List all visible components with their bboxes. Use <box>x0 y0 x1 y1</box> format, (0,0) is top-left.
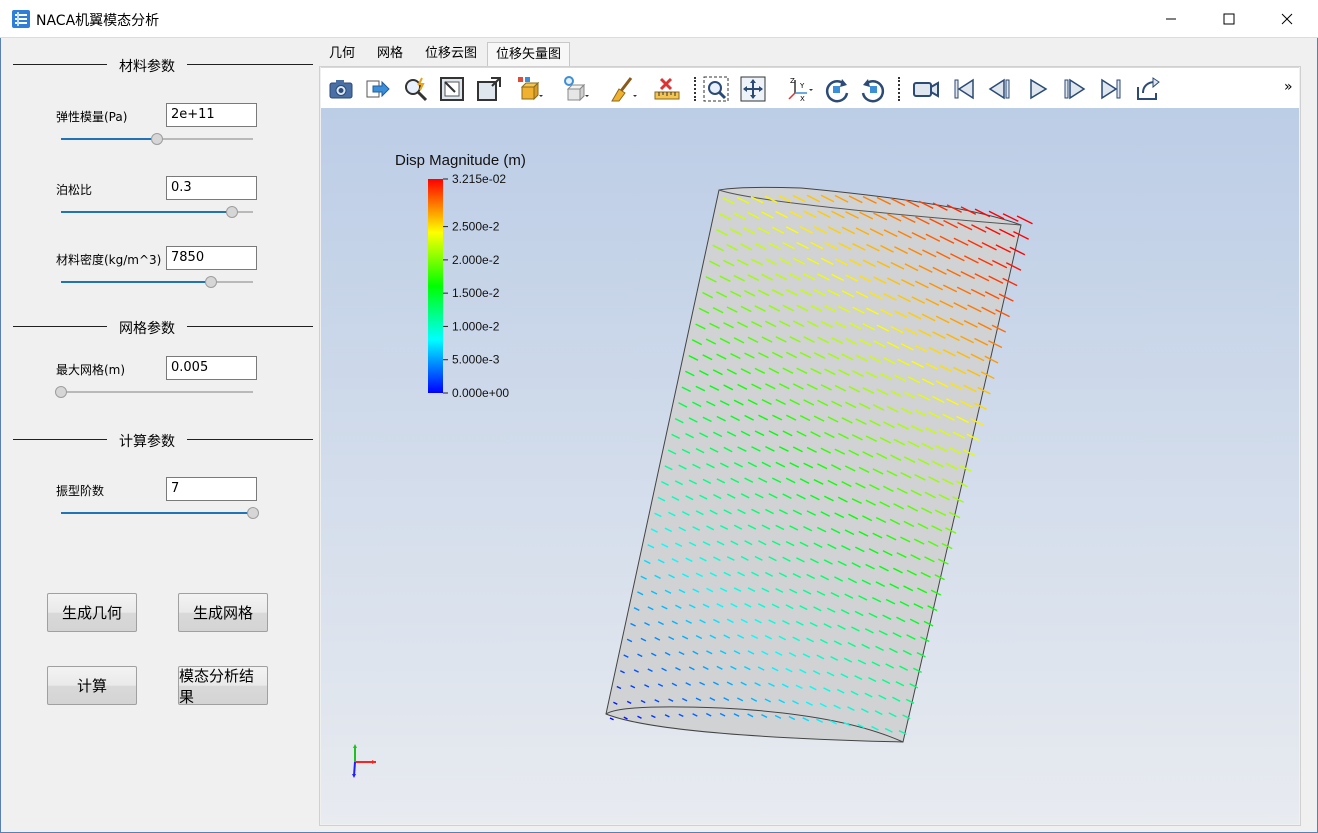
reset-view-icon[interactable] <box>437 74 467 104</box>
color-bar <box>428 179 443 393</box>
next-frame-icon[interactable] <box>1059 74 1089 104</box>
play-icon[interactable] <box>1023 74 1053 104</box>
camera-icon[interactable] <box>326 74 356 104</box>
divider <box>187 64 313 65</box>
maximize-button[interactable] <box>1206 0 1252 38</box>
minimize-icon <box>1166 18 1176 20</box>
video-icon[interactable] <box>911 74 941 104</box>
youngs-modulus-input[interactable]: 2e+11 <box>166 103 257 127</box>
orientation-axes <box>352 744 376 778</box>
rotate-ccw-icon[interactable] <box>858 74 888 104</box>
display-mode-icon[interactable] <box>515 74 545 104</box>
z-axis <box>353 761 356 777</box>
vector-glyph <box>609 717 614 721</box>
slider-handle[interactable] <box>55 386 67 398</box>
divider <box>13 439 107 440</box>
group-title: 计算参数 <box>119 434 175 450</box>
divider <box>13 64 107 65</box>
slider-handle[interactable] <box>204 276 217 288</box>
parameter-panel: 材料参数 弹性模量(Pa) 2e+11 泊松比 0.3 材料密度(kg/m^3)… <box>1 39 319 832</box>
export-icon[interactable] <box>363 74 393 104</box>
title-bar: NACA机翼模态分析 <box>0 0 1318 38</box>
first-frame-icon[interactable] <box>949 74 979 104</box>
representation-icon[interactable] <box>561 74 591 104</box>
divider <box>13 326 107 327</box>
vector-glyph <box>1016 215 1033 225</box>
minimize-button[interactable] <box>1148 0 1194 38</box>
slider-handle[interactable] <box>247 507 259 519</box>
tab-displacement-vector[interactable]: 位移矢量图 <box>487 42 570 67</box>
legend-title: Disp Magnitude (m) <box>395 152 526 169</box>
legend-label: 1.000e-2 <box>452 319 500 333</box>
toolbar-separator <box>694 77 696 101</box>
toolbar-separator <box>898 77 900 101</box>
zoom-box-icon[interactable] <box>701 74 731 104</box>
density-input[interactable]: 7850 <box>166 246 257 270</box>
render-toolbar: ZYX » <box>321 67 1299 108</box>
loop-icon[interactable] <box>1133 74 1163 104</box>
svg-text:Z: Z <box>790 77 795 85</box>
svg-text:Y: Y <box>799 82 805 90</box>
render-viewport[interactable]: Disp Magnitude (m) 3.215e-02 2.500e-2 2.00… <box>321 108 1299 824</box>
maximize-icon <box>1223 13 1235 25</box>
rotate-cw-icon[interactable] <box>822 74 852 104</box>
poisson-ratio-slider[interactable] <box>61 206 253 218</box>
legend-label: 2.000e-2 <box>452 253 500 267</box>
group-title: 材料参数 <box>119 59 175 75</box>
svg-text:X: X <box>800 95 805 103</box>
legend-label: 2.500e-2 <box>452 220 500 234</box>
legend-label: 1.500e-2 <box>452 286 500 300</box>
poisson-ratio-label: 泊松比 <box>56 183 93 197</box>
toolbar-overflow-button[interactable]: » <box>1284 79 1293 95</box>
poisson-ratio-input[interactable]: 0.3 <box>166 176 257 200</box>
legend-label: 5.000e-3 <box>452 353 500 367</box>
mode-count-label: 振型阶数 <box>56 484 105 498</box>
prev-frame-icon[interactable] <box>985 74 1015 104</box>
close-icon <box>1281 13 1293 25</box>
group-mesh: 网格参数 <box>13 319 313 337</box>
generate-mesh-button[interactable]: 生成网格 <box>178 593 268 632</box>
divider <box>187 439 313 440</box>
legend-label: 3.215e-02 <box>452 172 506 186</box>
ruler-icon[interactable] <box>652 74 682 104</box>
slider-handle[interactable] <box>225 206 238 218</box>
modal-results-button[interactable]: 模态分析结果 <box>178 666 268 706</box>
generate-geometry-button[interactable]: 生成几何 <box>47 593 137 632</box>
tab-displacement-contour[interactable]: 位移云图 <box>416 42 486 67</box>
youngs-modulus-slider[interactable] <box>61 133 253 145</box>
close-button[interactable] <box>1264 0 1310 38</box>
divider <box>187 326 313 327</box>
max-mesh-label: 最大网格(m) <box>56 363 126 377</box>
max-mesh-slider[interactable] <box>55 386 253 398</box>
compute-button[interactable]: 计算 <box>47 666 137 705</box>
density-slider[interactable] <box>61 276 253 288</box>
center-icon[interactable] <box>738 74 768 104</box>
legend-label: 0.000e+00 <box>452 386 509 400</box>
tab-geometry[interactable]: 几何 <box>320 42 364 67</box>
group-title: 网格参数 <box>119 321 175 337</box>
slider-handle[interactable] <box>151 133 163 145</box>
window-title: NACA机翼模态分析 <box>36 13 160 29</box>
density-label: 材料密度(kg/m^3) <box>56 253 162 267</box>
color-legend: Disp Magnitude (m) 3.215e-02 2.500e-2 2.00… <box>395 152 526 400</box>
wing-model <box>605 186 1033 743</box>
clear-icon[interactable] <box>608 74 638 104</box>
last-frame-icon[interactable] <box>1096 74 1126 104</box>
zoom-icon[interactable] <box>401 74 431 104</box>
tab-mesh[interactable]: 网格 <box>366 42 414 67</box>
legend-ticks: 3.215e-02 2.500e-2 2.000e-2 1.500e-2 1.000e-… <box>443 172 509 400</box>
axes-icon[interactable]: ZYX <box>784 74 814 104</box>
vector-plot: Disp Magnitude (m) 3.215e-02 2.500e-2 2.00… <box>352 152 1033 778</box>
group-material: 材料参数 <box>13 57 313 75</box>
fit-view-icon[interactable] <box>474 74 504 104</box>
group-compute: 计算参数 <box>13 432 313 450</box>
youngs-modulus-label: 弹性模量(Pa) <box>56 110 128 124</box>
app-icon <box>12 10 30 28</box>
mode-count-input[interactable]: 7 <box>166 477 257 501</box>
mode-count-slider[interactable] <box>61 507 259 519</box>
max-mesh-input[interactable]: 0.005 <box>166 356 257 380</box>
